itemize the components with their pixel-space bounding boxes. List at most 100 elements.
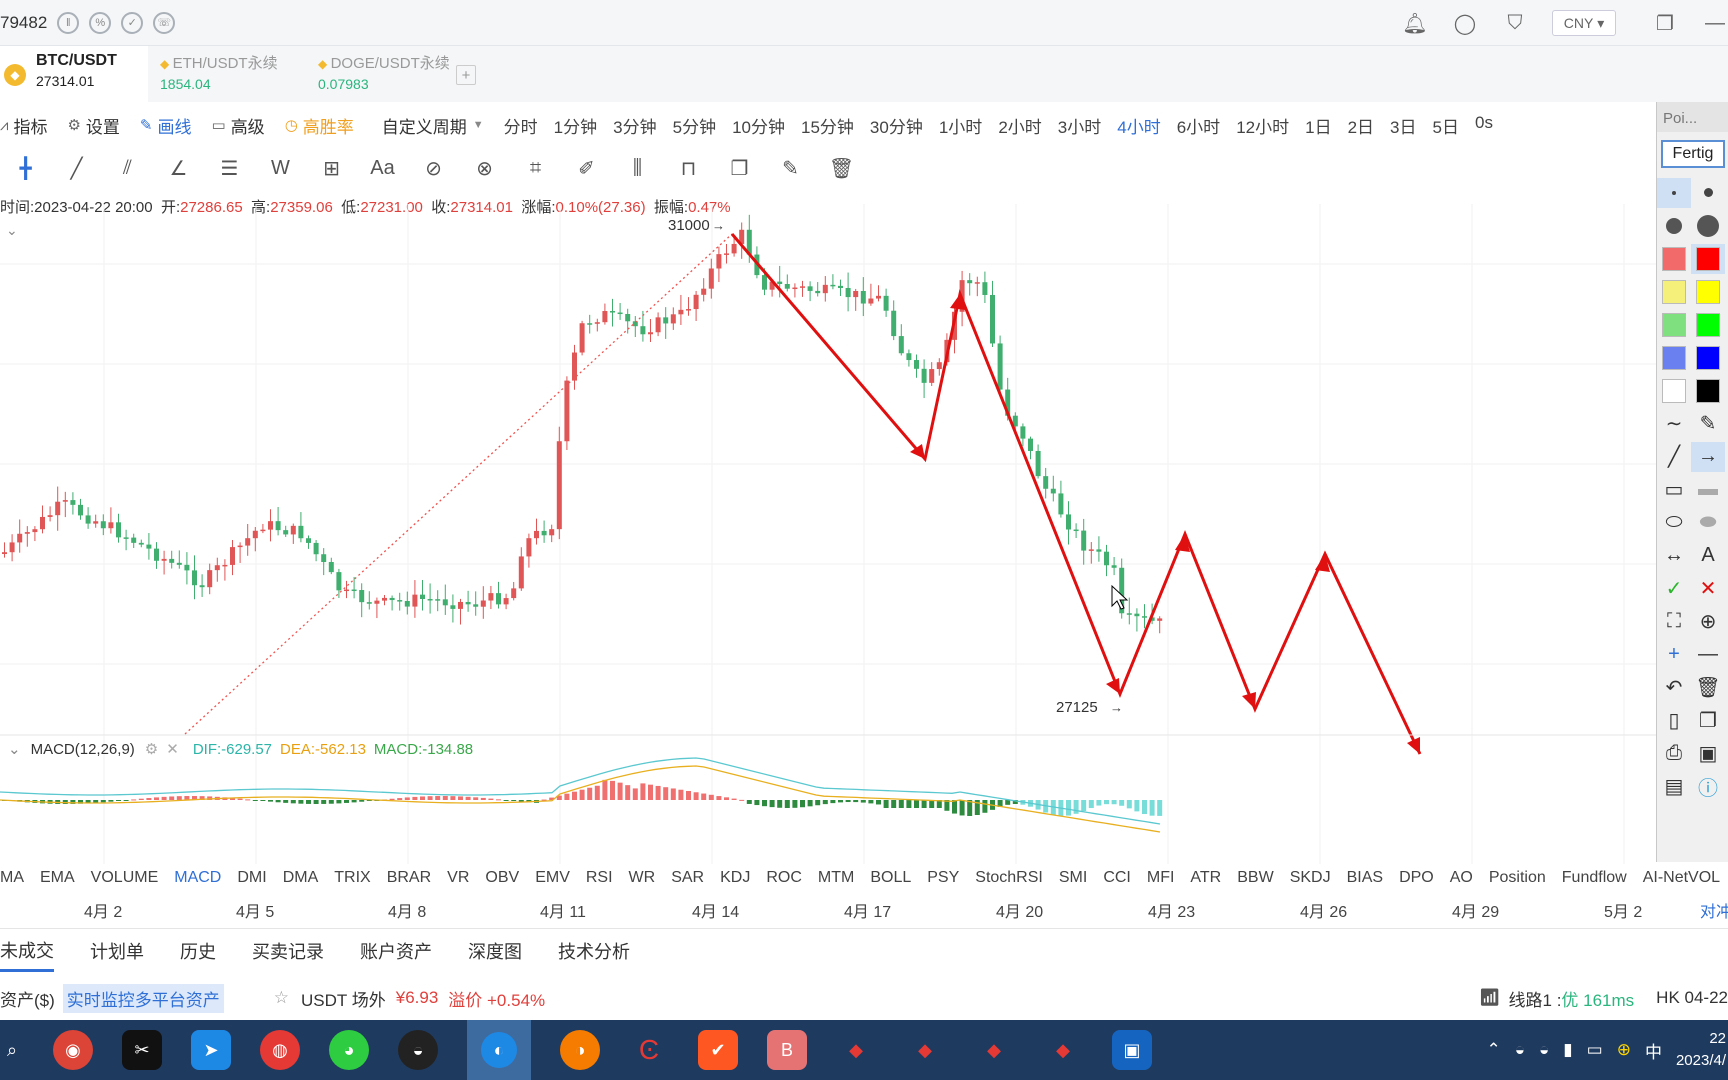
rectangle-icon[interactable]: ▭ [1657,475,1691,505]
color-swatch[interactable] [1691,310,1725,340]
indicator-button[interactable]: ⩘ 指标 [0,113,47,138]
order-tab-0[interactable]: 未成交 [0,937,54,972]
hedge-link[interactable]: 对冲 [1700,898,1728,922]
indicator-psy[interactable]: PSY [927,869,959,887]
period-11[interactable]: 6小时 [1177,113,1220,138]
chart-app-icon-3[interactable]: ◆ [974,1030,1014,1070]
filled-rectangle-icon[interactable]: ▬ [1691,475,1725,505]
color-swatch[interactable] [1657,343,1691,373]
pen-size-4[interactable] [1691,211,1725,241]
text-tool-icon[interactable]: Aa [357,153,408,183]
line-tool-icon[interactable]: ╱ [51,153,102,183]
indicator-macd[interactable]: MACD [174,869,221,887]
period-4[interactable]: 10分钟 [732,113,785,138]
microphone-icon[interactable]: ▮ [1563,1040,1572,1060]
tab-btc-usdt[interactable]: ◆ BTC/USDT 27314.01 [0,46,148,102]
zoom-icon[interactable]: ⊕ [1691,607,1725,637]
copy-icon[interactable]: ❐ [1691,706,1725,736]
period-17[interactable]: 0s [1475,113,1493,138]
line-icon[interactable]: ╱ [1657,442,1691,472]
recorder-icon[interactable]: ▣ [1112,1030,1152,1070]
color-swatch[interactable] [1691,243,1725,274]
indicator-ema[interactable]: EMA [40,869,75,887]
wechat-icon[interactable]: ◕ [329,1030,369,1070]
indicator-ma[interactable]: MA [0,869,24,887]
period-8[interactable]: 2小时 [998,113,1041,138]
indicator-kdj[interactable]: KDJ [720,869,750,887]
indicator-atr[interactable]: ATR [1190,869,1221,887]
pen-size-1[interactable] [1657,177,1691,208]
qq-tray-icon-2[interactable]: ◒ [1539,1040,1549,1060]
line-label[interactable]: 线路1 : [1509,986,1562,1011]
indicator-dpo[interactable]: DPO [1399,869,1434,887]
candles-icon[interactable]: ⫼ [612,153,663,183]
color-swatch[interactable] [1657,244,1691,274]
chrome-icon[interactable]: ◉ [53,1030,93,1070]
double-arrow-icon[interactable]: ↔ [1657,541,1691,571]
chevron-up-icon[interactable]: ⌃ [1486,1040,1500,1060]
pen-size-2[interactable] [1691,178,1725,208]
angle-tool-icon[interactable]: ∠ [153,153,204,183]
indicator-vr[interactable]: VR [447,869,469,887]
color-swatch[interactable] [1657,277,1691,307]
trash-icon[interactable]: 🗑︎ [1691,673,1725,703]
info-icon[interactable]: ⓘ [1691,772,1725,802]
text-icon[interactable]: A [1691,541,1725,571]
crop-icon[interactable]: ⛶ [1657,607,1691,637]
add-tab-button[interactable]: + [456,65,476,85]
indicator-ai-netvol[interactable]: AI-NetVOL [1643,869,1720,887]
period-10[interactable]: 4小时 [1117,113,1160,138]
capcut-icon[interactable]: ✂ [122,1030,162,1070]
ruler-icon[interactable]: ⌗ [510,153,561,183]
chat-icon[interactable]: ◯ [1452,10,1478,36]
indicator-emv[interactable]: EMV [535,869,570,887]
order-tab-6[interactable]: 技术分析 [558,938,630,964]
star-icon[interactable]: ☆ [274,988,289,1008]
screen-icon[interactable]: ▤ [1657,772,1691,802]
custom-period-select[interactable]: 自定义周期 ▼ [382,113,484,138]
trading-app-icon[interactable]: ◐ [467,1020,531,1080]
wave-tool-icon[interactable]: W [255,153,306,183]
indicator-bias[interactable]: BIAS [1347,869,1383,887]
indicator-dma[interactable]: DMA [283,869,319,887]
indicator-volume[interactable]: VOLUME [91,869,159,887]
feishu-icon[interactable]: ➤ [191,1030,231,1070]
print-icon[interactable]: ⎙ [1657,739,1691,769]
indicator-skdj[interactable]: SKDJ [1290,869,1331,887]
indicator-stochrsi[interactable]: StochRSI [975,869,1043,887]
period-1[interactable]: 1分钟 [554,113,597,138]
check-app-icon[interactable]: ✔ [698,1030,738,1070]
period-2[interactable]: 3分钟 [613,113,656,138]
chart-app-icon-4[interactable]: ◆ [1043,1030,1083,1070]
edit-icon[interactable]: ✐ [561,153,612,183]
monitor-link[interactable]: 实时监控多平台资产 [62,983,224,1013]
indicator-bbw[interactable]: BBW [1237,869,1273,887]
arrow-icon[interactable]: → [1691,441,1725,472]
clock[interactable]: 22 2023/4/ [1676,1028,1726,1072]
qq-icon[interactable]: ◒ [398,1030,438,1070]
settings-button[interactable]: ⚙ 设置 [67,113,119,138]
chart-app-icon[interactable]: ◆ [836,1030,876,1070]
order-tab-4[interactable]: 账户资产 [360,938,432,964]
color-swatch[interactable] [1657,310,1691,340]
currency-select[interactable]: CNY ▾ [1552,10,1616,36]
indicator-obv[interactable]: OBV [485,869,519,887]
ellipse-icon[interactable]: ⬭ [1657,508,1691,538]
minimize-icon[interactable]: — [1702,10,1728,36]
period-16[interactable]: 5日 [1433,113,1459,138]
period-5[interactable]: 15分钟 [801,113,854,138]
order-tab-1[interactable]: 计划单 [90,938,144,964]
order-tab-3[interactable]: 买卖记录 [252,938,324,964]
win-rate-button[interactable]: ◷ 高胜率 [285,113,354,138]
search-icon[interactable]: ⌕ [0,1030,24,1070]
window-icon[interactable]: ❐ [1652,10,1678,36]
check-icon[interactable]: ✓ [121,11,144,34]
bell-icon[interactable]: 🔔︎ [1402,10,1428,36]
done-button[interactable]: Fertig [1661,140,1725,168]
undo-icon[interactable]: ↶ [1657,673,1691,703]
period-0[interactable]: 分时 [504,113,538,138]
chart-app-icon-2[interactable]: ◆ [905,1030,945,1070]
color-swatch[interactable] [1691,277,1725,307]
indicator-position[interactable]: Position [1489,869,1546,887]
magnet-icon[interactable]: ⊗ [459,153,510,183]
